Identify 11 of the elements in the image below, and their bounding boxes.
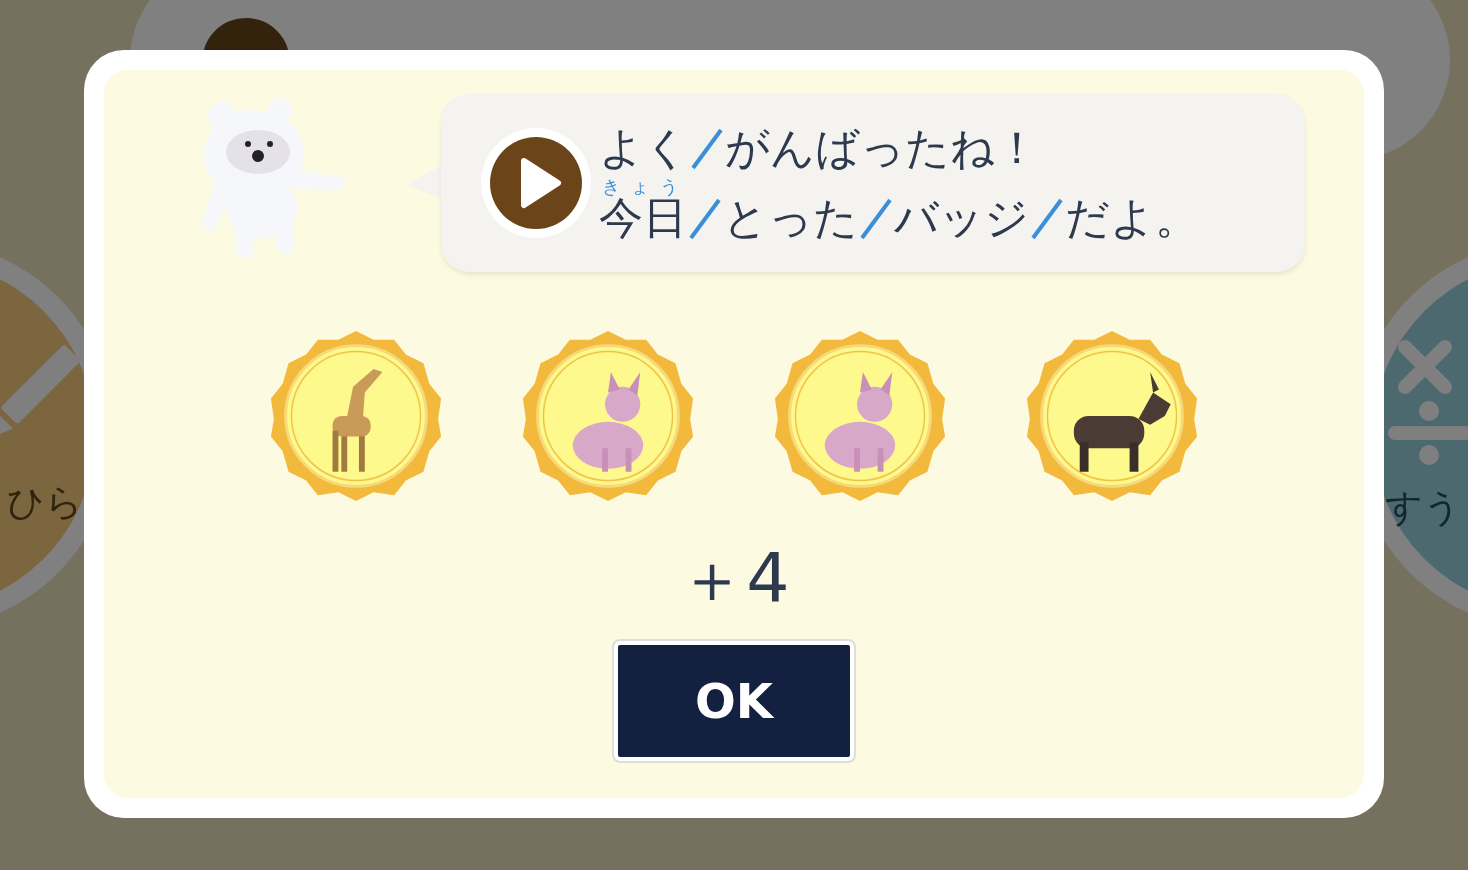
ok-button[interactable]: OK <box>614 641 854 761</box>
badge-count: ＋4 <box>678 538 790 620</box>
menu-label: ひら <box>7 480 83 526</box>
speech-text: がんばったね！ <box>725 123 1039 172</box>
menu-label: すう <box>1385 485 1461 531</box>
speech-text: バッジ <box>894 194 1029 243</box>
play-icon <box>490 137 582 229</box>
speech-text: だよ。 <box>1065 194 1199 243</box>
speech-text: 今日 きょう <box>599 178 687 243</box>
speech-text: よく <box>599 123 689 172</box>
speech-text: とった <box>723 194 858 243</box>
